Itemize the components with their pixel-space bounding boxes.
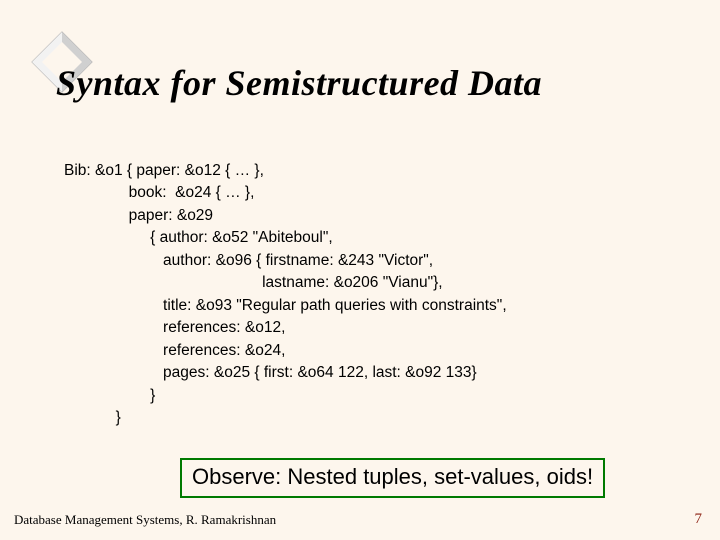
callout-box: Observe: Nested tuples, set-values, oids…	[180, 458, 605, 498]
page-title: Syntax for Semistructured Data	[56, 62, 542, 104]
code-example: Bib: &o1 { paper: &o12 { … }, book: &o24…	[64, 160, 507, 430]
footer-attribution: Database Management Systems, R. Ramakris…	[14, 512, 276, 528]
page-number: 7	[695, 511, 703, 528]
